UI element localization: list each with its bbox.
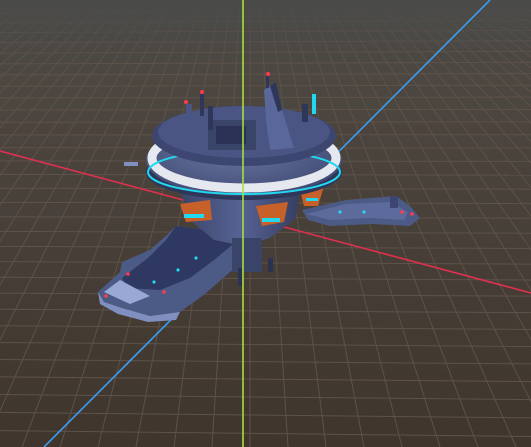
- beacon-5: [162, 290, 166, 294]
- grid-line: [0, 0, 27, 18]
- beacon-7: [410, 212, 414, 216]
- grid-line: [0, 359, 531, 365]
- grid-line: [0, 0, 56, 44]
- grid-line: [0, 0, 188, 447]
- grid-line: [0, 341, 531, 348]
- grid-line: [0, 0, 186, 447]
- grid-line: [0, 0, 17, 11]
- thruster-left-glow: [184, 214, 204, 218]
- grid-line: [0, 73, 531, 76]
- grid-line: [0, 245, 531, 250]
- antenna-mid: [208, 106, 213, 130]
- grid-line: [0, 394, 531, 401]
- grid-line: [0, 261, 531, 265]
- thruster-right-glow: [306, 198, 318, 201]
- grid-line: [0, 0, 36, 26]
- thruster-center-glow: [262, 218, 280, 222]
- grid-line: [0, 0, 46, 35]
- grid-line: [0, 276, 531, 281]
- tower-antenna: [266, 74, 269, 88]
- grid-line: [0, 0, 180, 447]
- grid-line: [0, 0, 184, 447]
- side-arm: [124, 162, 138, 166]
- grid-line: [0, 61, 531, 65]
- grid-line: [0, 0, 177, 447]
- deck-light-3: [152, 280, 156, 284]
- antenna-right-light: [312, 94, 316, 114]
- 3d-viewport[interactable]: [0, 0, 531, 447]
- grid-line: [0, 0, 105, 110]
- grid-line: [0, 308, 531, 314]
- wing-light-1: [338, 210, 342, 214]
- antenna-right: [302, 104, 308, 122]
- deck-light-2: [176, 268, 180, 272]
- control-window: [216, 126, 246, 144]
- beacon-6: [400, 210, 404, 214]
- antenna-left-box: [186, 104, 192, 114]
- beacon-8: [126, 272, 130, 276]
- grid-line: [0, 0, 144, 206]
- wing-light-2: [362, 210, 366, 214]
- deck-light-1: [194, 256, 198, 260]
- stem-leg-left: [238, 268, 242, 286]
- antenna-left: [200, 94, 204, 116]
- column-stem: [232, 238, 262, 272]
- right-wing-post: [390, 196, 398, 208]
- horizon-fade: [0, 0, 531, 60]
- beacon-1: [200, 90, 204, 94]
- beacon-3: [184, 100, 188, 104]
- grid-line: [0, 411, 531, 419]
- grid-line: [0, 0, 66, 55]
- grid-line: [0, 325, 531, 330]
- grid-line: [0, 430, 531, 437]
- scene-svg: [0, 0, 531, 447]
- beacon-2: [266, 72, 270, 76]
- beacon-4: [104, 294, 108, 298]
- stem-leg-right: [268, 258, 273, 272]
